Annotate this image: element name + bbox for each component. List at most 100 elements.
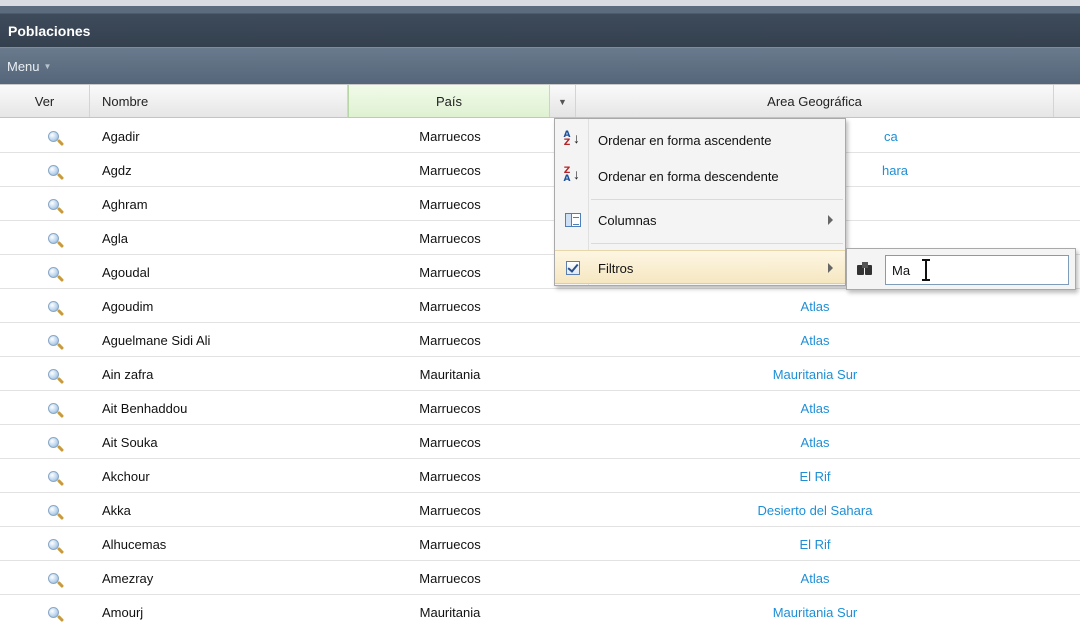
view-magnifier-icon[interactable]: [46, 571, 65, 589]
cell-nombre: Alhucemas: [102, 537, 167, 552]
cell-nombre: Aghram: [102, 197, 148, 212]
menu-item-sort-descending[interactable]: Z A ↓ Ordenar en forma descendente: [555, 159, 845, 193]
text-cursor-icon: [922, 259, 930, 281]
table-row[interactable]: Aghram Marruecos: [0, 187, 1080, 221]
cell-nombre: Amourj: [102, 605, 144, 620]
cell-area-partial[interactable]: hara: [882, 153, 908, 189]
cell-nombre: Agadir: [102, 129, 140, 144]
cell-pais: Marruecos: [419, 333, 481, 348]
table-row[interactable]: Agoudim Marruecos Atlas: [0, 289, 1080, 323]
cell-pais: Marruecos: [419, 571, 481, 586]
filter-input[interactable]: [885, 255, 1069, 285]
view-magnifier-icon[interactable]: [46, 333, 65, 351]
column-context-menu: A Z ↓ Ordenar en forma ascendente Z A ↓ Orde…: [554, 118, 846, 286]
view-magnifier-icon[interactable]: [46, 503, 65, 521]
view-magnifier-icon[interactable]: [46, 299, 65, 317]
column-header-area[interactable]: Area Geográfica: [576, 85, 1054, 117]
column-menu-dropdown-icon[interactable]: ▼: [549, 85, 575, 117]
menu-item-label: Ordenar en forma descendente: [598, 169, 779, 184]
table-row[interactable]: Akchour Marruecos El Rif: [0, 459, 1080, 493]
view-magnifier-icon[interactable]: [46, 537, 65, 555]
cell-pais: Marruecos: [419, 299, 481, 314]
menu-item-columns[interactable]: Columnas: [555, 203, 845, 237]
view-magnifier-icon[interactable]: [46, 163, 65, 181]
cell-area[interactable]: El Rif: [576, 527, 1054, 560]
menu-button[interactable]: Menu ▼: [7, 59, 51, 74]
view-magnifier-icon[interactable]: [46, 401, 65, 419]
table-row[interactable]: Agdz Marruecos hara: [0, 153, 1080, 187]
table-row[interactable]: Akka Marruecos Desierto del Sahara: [0, 493, 1080, 527]
filter-submenu: [846, 248, 1076, 290]
cell-nombre: Agoudim: [102, 299, 154, 314]
cell-pais: Marruecos: [419, 435, 481, 450]
cell-nombre: Ait Benhaddou: [102, 401, 188, 416]
cell-area[interactable]: Atlas: [576, 425, 1054, 458]
menu-item-label: Columnas: [598, 213, 657, 228]
cell-pais: Mauritania: [419, 605, 481, 620]
cell-nombre: Ait Souka: [102, 435, 158, 450]
column-header-nombre[interactable]: Nombre: [90, 85, 348, 117]
cell-area[interactable]: Mauritania Sur: [576, 595, 1054, 628]
view-magnifier-icon[interactable]: [46, 265, 65, 283]
cell-area[interactable]: Desierto del Sahara: [576, 493, 1054, 526]
cell-pais: Marruecos: [419, 163, 481, 178]
menu-caret-icon: ▼: [43, 62, 52, 71]
window-title-bar: Poblaciones: [0, 0, 1080, 47]
sort-descending-icon: Z A ↓: [563, 166, 580, 184]
cell-area-partial[interactable]: ca: [884, 119, 898, 155]
cell-nombre: Aguelmane Sidi Ali: [102, 333, 211, 348]
column-header-ver[interactable]: Ver: [0, 85, 90, 117]
menu-label: Menu: [7, 59, 40, 74]
column-header-pais-label: País: [435, 94, 462, 109]
table-row[interactable]: Alhucemas Marruecos El Rif: [0, 527, 1080, 561]
columns-icon: [563, 211, 583, 229]
table-row[interactable]: Ait Souka Marruecos Atlas: [0, 425, 1080, 459]
table-row[interactable]: Amourj Mauritania Mauritania Sur: [0, 595, 1080, 628]
column-header-pais[interactable]: País ▼: [348, 85, 576, 117]
menu-separator: [591, 243, 843, 244]
cell-area[interactable]: El Rif: [576, 459, 1054, 492]
cell-pais: Marruecos: [419, 537, 481, 552]
cell-pais: Marruecos: [419, 265, 481, 280]
cell-pais: Marruecos: [419, 469, 481, 484]
view-magnifier-icon[interactable]: [46, 367, 65, 385]
cell-area[interactable]: Atlas: [576, 561, 1054, 594]
submenu-arrow-icon: [828, 215, 833, 225]
view-magnifier-icon[interactable]: [46, 605, 65, 623]
view-magnifier-icon[interactable]: [46, 231, 65, 249]
view-magnifier-icon[interactable]: [46, 197, 65, 215]
table-row[interactable]: Agadir Marruecos ca: [0, 119, 1080, 153]
menu-item-filters[interactable]: Filtros: [555, 250, 845, 284]
menu-item-sort-ascending[interactable]: A Z ↓ Ordenar en forma ascendente: [555, 123, 845, 157]
cell-area[interactable]: Mauritania Sur: [576, 357, 1054, 390]
cell-nombre: Agoudal: [102, 265, 150, 280]
table-row[interactable]: Amezray Marruecos Atlas: [0, 561, 1080, 595]
cell-pais: Marruecos: [419, 401, 481, 416]
menu-item-label: Filtros: [598, 261, 634, 276]
cell-nombre: Akka: [102, 503, 131, 518]
cell-nombre: Agdz: [102, 163, 132, 178]
cell-nombre: Ain zafra: [102, 367, 154, 382]
cell-pais: Marruecos: [419, 129, 481, 144]
cell-nombre: Amezray: [102, 571, 154, 586]
view-magnifier-icon[interactable]: [46, 469, 65, 487]
binoculars-icon: [857, 262, 873, 276]
menu-bar: Menu ▼: [0, 47, 1080, 84]
cell-area[interactable]: Atlas: [576, 391, 1054, 424]
cell-nombre: Akchour: [102, 469, 150, 484]
cell-pais: Marruecos: [419, 197, 481, 212]
table-row[interactable]: Ait Benhaddou Marruecos Atlas: [0, 391, 1080, 425]
view-magnifier-icon[interactable]: [46, 129, 65, 147]
checkbox-checked-icon[interactable]: [563, 259, 583, 277]
cell-pais: Marruecos: [419, 231, 481, 246]
sort-ascending-icon: A Z ↓: [563, 130, 580, 148]
table-row[interactable]: Aguelmane Sidi Ali Marruecos Atlas: [0, 323, 1080, 357]
cell-area[interactable]: Atlas: [576, 323, 1054, 356]
view-magnifier-icon[interactable]: [46, 435, 65, 453]
cell-pais: Marruecos: [419, 503, 481, 518]
cell-area[interactable]: Atlas: [576, 289, 1054, 322]
submenu-arrow-icon: [828, 263, 833, 273]
table-row[interactable]: Ain zafra Mauritania Mauritania Sur: [0, 357, 1080, 391]
window-title: Poblaciones: [8, 23, 91, 39]
cell-nombre: Agla: [102, 231, 129, 246]
